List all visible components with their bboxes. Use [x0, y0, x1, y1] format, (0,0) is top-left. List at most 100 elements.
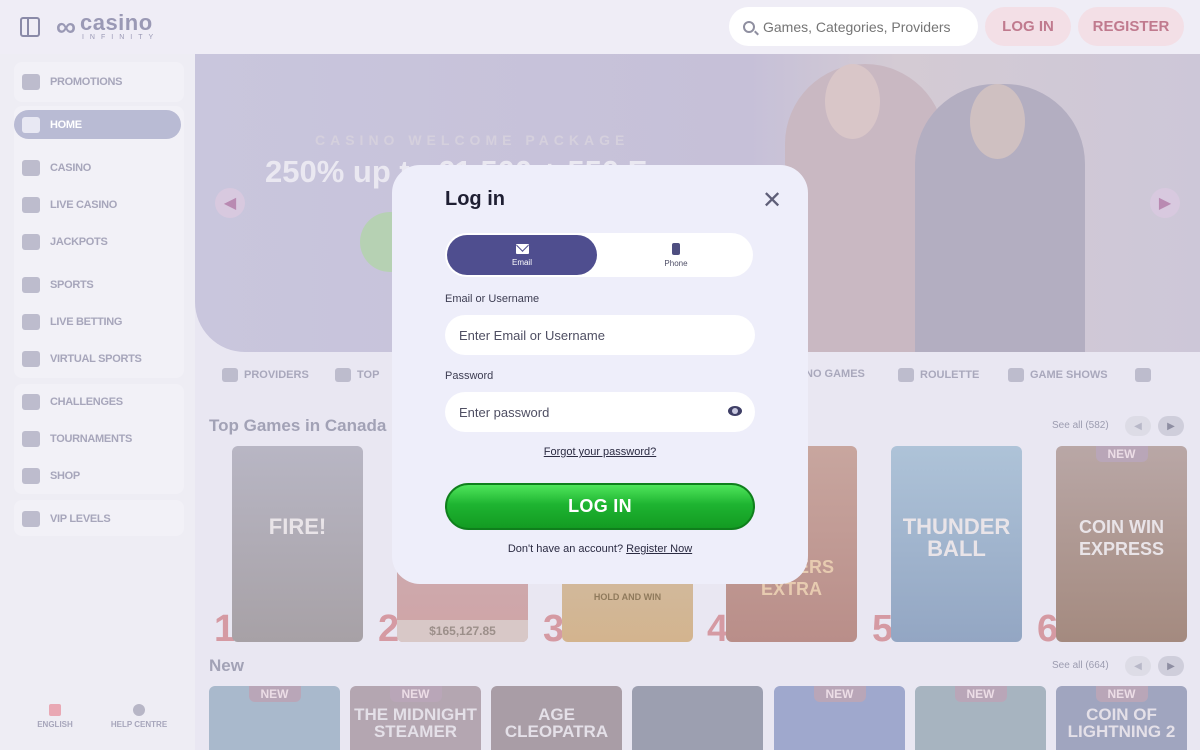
- gamepad-icon: [22, 350, 40, 367]
- search-icon: [743, 20, 755, 33]
- header-register-button[interactable]: REGISTER: [1078, 7, 1184, 46]
- microphone-icon: [1008, 368, 1024, 382]
- forgot-password-link[interactable]: Forgot your password?: [392, 446, 808, 458]
- ball-icon: [22, 276, 40, 293]
- chevron-left-icon: ◀: [1134, 660, 1142, 672]
- sidebar-item-sports[interactable]: SPORTS: [14, 270, 181, 299]
- home-icon: [22, 116, 40, 133]
- chevron-right-icon: ▶: [1167, 660, 1175, 672]
- email-field[interactable]: [445, 315, 755, 355]
- crown-icon: [335, 368, 351, 382]
- modal-title: Log in: [445, 188, 505, 210]
- rank-number: 3: [543, 608, 565, 650]
- game-title: COIN OF LIGHTNING 2: [1067, 705, 1176, 741]
- live-casino-icon: [22, 196, 40, 213]
- logo-subtitle: INFINITY: [81, 34, 160, 41]
- live-betting-icon: [22, 313, 40, 330]
- basket-icon: [22, 467, 40, 484]
- category-top[interactable]: TOP: [335, 368, 379, 382]
- game-title: HOLD AND WIN: [593, 592, 662, 602]
- sidebar-item-casino[interactable]: CASINO: [14, 153, 181, 182]
- help-icon: [133, 704, 145, 716]
- new-game-tile[interactable]: [632, 686, 763, 750]
- tab-email[interactable]: Email: [447, 235, 597, 275]
- game-title: THUNDER BALL: [902, 514, 1011, 561]
- sidebar-item-shop[interactable]: SHOP: [14, 461, 181, 490]
- sidebar-item-live-casino[interactable]: LIVE CASINO: [14, 190, 181, 219]
- rank-number: 5: [872, 608, 894, 650]
- infinity-logo-icon: ∞: [56, 10, 76, 42]
- search-input[interactable]: [763, 18, 963, 35]
- eye-icon[interactable]: [728, 406, 742, 416]
- game-tile-coin-win-express[interactable]: NEW COIN WIN EXPRESS: [1056, 446, 1187, 642]
- roulette-icon: [898, 368, 914, 382]
- envelope-icon: [515, 243, 529, 254]
- hero-prev-button[interactable]: ◀: [215, 188, 245, 218]
- casino-icon: [22, 159, 40, 176]
- sidebar-item-virtual-sports[interactable]: VIRTUAL SPORTS: [14, 344, 181, 373]
- challenge-icon: [22, 393, 40, 410]
- tab-phone[interactable]: Phone: [601, 235, 751, 275]
- sidebar-toggle-icon[interactable]: [20, 17, 40, 37]
- hero-eyebrow: CASINO WELCOME PACKAGE: [315, 132, 630, 148]
- new-game-tile[interactable]: NEW: [915, 686, 1046, 750]
- close-icon[interactable]: ✕: [760, 189, 784, 213]
- search-box[interactable]: [729, 7, 978, 46]
- help-centre-link[interactable]: HELP CENTRE: [104, 704, 174, 729]
- new-badge: NEW: [248, 686, 301, 702]
- category-game-shows[interactable]: GAME SHOWS: [1008, 368, 1108, 382]
- rank-number: 4: [707, 608, 729, 650]
- sidebar-item-tournaments[interactable]: TOURNAMENTS: [14, 424, 181, 453]
- canada-flag-icon: [49, 704, 61, 716]
- new-games-next-button[interactable]: ▶: [1158, 656, 1184, 676]
- top-games-see-all[interactable]: See all (582): [1052, 420, 1109, 431]
- sidebar-item-live-betting[interactable]: LIVE BETTING: [14, 307, 181, 336]
- category-casino-games[interactable]: NO GAMES: [805, 368, 865, 380]
- top-bar: ∞ casino INFINITY LOG IN REGISTER: [0, 0, 1200, 54]
- new-game-tile[interactable]: NEW: [209, 686, 340, 750]
- login-button[interactable]: LOG IN: [445, 483, 755, 530]
- chevron-right-icon: ▶: [1167, 420, 1175, 432]
- chevron-right-icon: ▶: [1158, 195, 1172, 212]
- new-games-prev-button[interactable]: ◀: [1125, 656, 1151, 676]
- new-game-tile[interactable]: AGE CLEOPATRA: [491, 686, 622, 750]
- phone-icon: [672, 242, 680, 255]
- sidebar-item-promotions[interactable]: PROMOTIONS: [14, 67, 181, 96]
- sidebar-item-jackpots[interactable]: JACKPOTS: [14, 227, 181, 256]
- sidebar-item-challenges[interactable]: CHALLENGES: [14, 387, 181, 416]
- email-label: Email or Username: [445, 293, 540, 305]
- hero-next-button[interactable]: ▶: [1150, 188, 1180, 218]
- new-game-tile[interactable]: NEW COIN OF LIGHTNING 2: [1056, 686, 1187, 750]
- game-tile-thunder-ball[interactable]: THUNDER BALL: [891, 446, 1022, 642]
- register-now-link[interactable]: Register Now: [626, 543, 692, 555]
- top-games-title: Top Games in Canada: [209, 416, 387, 435]
- new-game-tile[interactable]: NEW THE MIDNIGHT STEAMER: [350, 686, 481, 750]
- new-badge: NEW: [389, 686, 442, 702]
- sidebar: PROMOTIONS HOME CASINO LIVE CASINO JACKP…: [0, 54, 195, 750]
- new-games-see-all[interactable]: See all (664): [1052, 660, 1109, 671]
- rank-number: 2: [378, 608, 400, 650]
- game-title: FIRE!: [268, 514, 327, 539]
- new-badge: NEW: [813, 686, 866, 702]
- more-category-icon: [1135, 368, 1151, 382]
- new-game-tile[interactable]: NEW: [774, 686, 905, 750]
- game-tile-fire[interactable]: FIRE!: [232, 446, 363, 642]
- top-games-next-button[interactable]: ▶: [1158, 416, 1184, 436]
- category-providers[interactable]: PROVIDERS: [222, 368, 309, 382]
- sidebar-item-vip-levels[interactable]: VIP LEVELS: [14, 504, 181, 533]
- language-selector[interactable]: ENGLISH: [20, 704, 90, 729]
- login-method-tabs: Email Phone: [445, 233, 753, 277]
- logo-name: casino: [79, 10, 153, 35]
- register-prompt: Don't have an account? Register Now: [507, 543, 693, 555]
- sidebar-item-home[interactable]: HOME: [14, 110, 181, 139]
- rank-number: 6: [1037, 608, 1059, 650]
- header-login-button[interactable]: LOG IN: [985, 7, 1071, 46]
- new-games-title: New: [209, 656, 244, 675]
- password-field[interactable]: [445, 392, 755, 432]
- logo[interactable]: ∞ casino INFINITY: [56, 10, 160, 42]
- trophy-icon: [22, 430, 40, 447]
- top-games-prev-button[interactable]: ◀: [1125, 416, 1151, 436]
- category-more[interactable]: [1135, 368, 1151, 382]
- login-modal: Log in ✕ Email Phone Email or Username P…: [392, 165, 808, 584]
- category-roulette[interactable]: ROULETTE: [898, 368, 979, 382]
